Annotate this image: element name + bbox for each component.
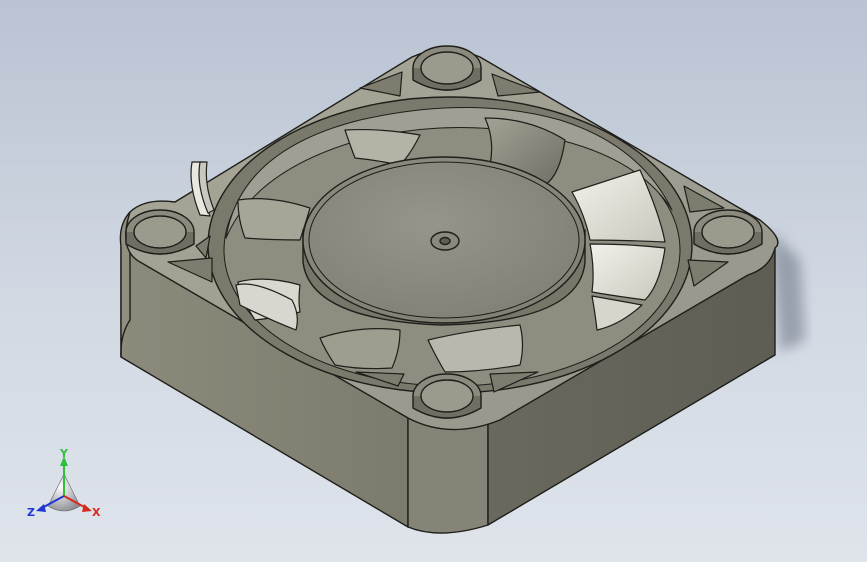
frame-front-corner [407,417,489,534]
hub-center-hole [439,236,451,246]
mount-hole-left[interactable] [125,209,195,255]
x-axis-arrow [82,504,92,512]
blade-left-1 [237,198,311,241]
fan-model[interactable] [119,45,779,534]
z-axis-arrow [36,504,46,512]
x-axis-label: X [92,506,101,519]
axis-triad[interactable]: Y X Z [22,448,108,524]
mount-hole-top[interactable] [412,45,482,91]
y-axis-label: Y [59,448,69,460]
mount-hole-right[interactable] [693,209,763,255]
mount-hole-bottom[interactable] [412,373,482,419]
3d-viewport[interactable] [0,0,867,562]
z-axis-label: Z [27,506,35,519]
